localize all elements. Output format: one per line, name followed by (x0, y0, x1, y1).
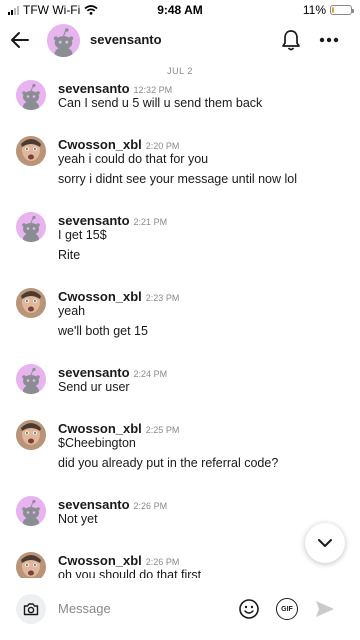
message-text: I get 15$ (58, 228, 107, 242)
send-icon[interactable] (314, 598, 336, 620)
message-text: sorry i didnt see your message until now… (58, 172, 298, 186)
battery-icon (330, 5, 354, 15)
chevron-down-icon (318, 539, 332, 547)
back-arrow-icon[interactable] (8, 28, 32, 52)
message-list[interactable]: sevensanto 12:32 PM Can I send u 5 will u … (0, 80, 360, 578)
battery-percent: 11% (302, 3, 326, 17)
message-author[interactable]: sevensanto (58, 213, 130, 228)
chat-header: sevensanto (0, 20, 360, 62)
user-photo-icon (16, 420, 46, 450)
emoji-icon[interactable] (238, 598, 260, 620)
message-text: Can I send u 5 will u send them back (58, 96, 263, 110)
battery-level (332, 7, 334, 13)
message-avatar[interactable] (16, 420, 46, 450)
gif-button[interactable]: GIF (276, 598, 298, 620)
message-avatar[interactable] (16, 496, 46, 526)
message-author[interactable]: sevensanto (58, 497, 130, 512)
scroll-down-button[interactable] (305, 523, 345, 563)
message-author[interactable]: Cwosson_xbl (58, 553, 142, 568)
message-composer: GIF (0, 585, 360, 633)
header-title[interactable]: sevensanto (90, 32, 162, 47)
message-text: Send ur user (58, 380, 130, 394)
status-bar: TFW Wi-Fi 9:48 AM 11% (0, 0, 360, 20)
message-time: 2:25 PM (145, 425, 180, 435)
message-time: 2:26 PM (145, 557, 180, 567)
message-time: 12:32 PM (133, 85, 173, 95)
message-avatar[interactable] (16, 364, 46, 394)
message-text: Not yet (58, 512, 98, 526)
message-text: oh you should do that first (58, 568, 202, 578)
message-avatar[interactable] (16, 552, 46, 578)
header-avatar[interactable] (47, 24, 80, 57)
message-text: we'll both get 15 (58, 324, 148, 338)
message-time: 2:23 PM (145, 293, 180, 303)
message-time: 2:24 PM (133, 369, 168, 379)
message-avatar[interactable] (16, 212, 46, 242)
camera-button[interactable] (16, 594, 46, 624)
message-avatar[interactable] (16, 80, 46, 110)
message-text: Rite (58, 248, 81, 262)
bell-icon[interactable] (280, 28, 302, 52)
user-photo-icon (16, 288, 46, 318)
date-divider: JUL 2 (167, 66, 193, 76)
more-icon[interactable] (318, 28, 340, 52)
message-avatar[interactable] (16, 136, 46, 166)
user-photo-icon (16, 136, 46, 166)
camera-icon (23, 603, 39, 616)
snoo-icon (47, 24, 80, 57)
snoo-icon (16, 212, 46, 242)
message-text: did you already put in the referral code… (58, 456, 279, 470)
snoo-icon (16, 496, 46, 526)
message-author[interactable]: sevensanto (58, 365, 130, 380)
message-author[interactable]: Cwosson_xbl (58, 289, 142, 304)
message-time: 2:21 PM (133, 217, 168, 227)
snoo-icon (16, 80, 46, 110)
status-right: 11% (302, 3, 354, 17)
user-photo-icon (16, 552, 46, 578)
message-avatar[interactable] (16, 288, 46, 318)
message-author[interactable]: Cwosson_xbl (58, 137, 142, 152)
message-author[interactable]: sevensanto (58, 81, 130, 96)
message-input[interactable] (58, 597, 228, 619)
message-text: $Cheebington (58, 436, 136, 450)
snoo-icon (16, 364, 46, 394)
message-text: yeah i could do that for you (58, 152, 209, 166)
gif-label: GIF (281, 605, 293, 613)
message-time: 2:20 PM (145, 141, 180, 151)
message-text: yeah (58, 304, 86, 318)
message-time: 2:26 PM (133, 501, 168, 511)
message-author[interactable]: Cwosson_xbl (58, 421, 142, 436)
